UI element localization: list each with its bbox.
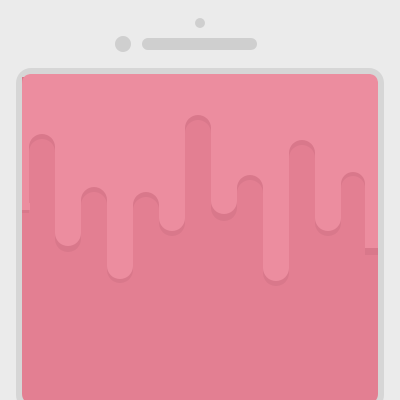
front-sensor-dot [115,36,131,52]
phone-drip-artwork [0,0,400,400]
speaker-slot [142,38,257,50]
phone-illustration [0,0,400,400]
screen [22,74,378,400]
front-camera-dot [195,18,205,28]
